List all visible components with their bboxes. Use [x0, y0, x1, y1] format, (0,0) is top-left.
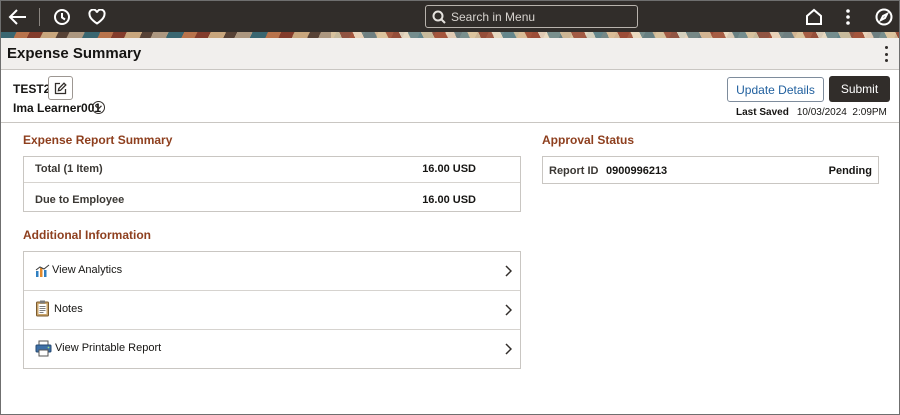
favorites-heart-icon[interactable] — [87, 5, 107, 29]
link-label: Notes — [54, 303, 83, 315]
summary-value: 16.00 USD — [422, 163, 476, 175]
back-arrow-icon[interactable] — [7, 5, 29, 29]
pencil-edit-icon — [54, 81, 67, 94]
search-placeholder: Search in Menu — [451, 9, 536, 24]
link-label: View Printable Report — [55, 342, 162, 354]
additional-info-list: View Analytics Notes View Printable Repo… — [23, 251, 521, 369]
edit-report-name-button[interactable] — [48, 76, 73, 100]
last-saved-label: Last Saved — [736, 107, 789, 118]
approval-status-title: Approval Status — [542, 133, 635, 147]
navbar-compass-icon[interactable] — [873, 5, 895, 29]
report-id-value: 0900996213 — [606, 165, 668, 177]
chevron-right-icon — [505, 265, 512, 277]
approval-status-grid: Report ID 0900996213 Pending — [542, 156, 879, 184]
page-actions-kebab-icon[interactable] — [883, 46, 889, 62]
view-analytics-link[interactable]: View Analytics — [24, 252, 520, 291]
user-chevron-down-icon[interactable] — [92, 101, 105, 114]
chevron-right-icon — [505, 304, 512, 316]
analytics-chart-icon — [35, 264, 50, 277]
summary-value: 16.00 USD — [422, 194, 476, 206]
history-clock-icon[interactable] — [52, 5, 72, 29]
top-banner: Search in Menu — [1, 1, 899, 38]
summary-label: Total (1 Item) — [35, 163, 103, 175]
chevron-right-icon — [505, 343, 512, 355]
expense-summary-grid: Total (1 Item) 16.00 USD Due to Employee… — [23, 156, 521, 212]
user-name: Ima Learner001 — [13, 101, 102, 115]
submit-button[interactable]: Submit — [829, 76, 890, 102]
summary-row-due: Due to Employee 16.00 USD — [24, 183, 520, 211]
page-title: Expense Summary — [7, 45, 142, 62]
last-saved-info: Last Saved 10/03/2024 2:09PM — [736, 107, 887, 118]
approval-status-value: Pending — [828, 165, 872, 177]
additional-information-title: Additional Information — [23, 228, 151, 242]
search-input[interactable]: Search in Menu — [425, 5, 638, 28]
summary-label: Due to Employee — [35, 194, 125, 206]
summary-row-total: Total (1 Item) 16.00 USD — [24, 157, 520, 183]
last-saved-value: 10/03/2024 2:09PM — [796, 107, 887, 118]
nav-separator — [39, 8, 40, 26]
expense-report-summary-title: Expense Report Summary — [23, 133, 173, 147]
printer-icon — [35, 340, 52, 357]
search-icon — [432, 10, 446, 24]
actions-kebab-icon[interactable] — [841, 5, 855, 29]
report-name: TEST2 — [13, 82, 51, 96]
notes-link[interactable]: Notes — [24, 291, 520, 330]
report-context-bar: TEST2 Ima Learner001 Update Details Subm… — [1, 71, 899, 123]
notes-clipboard-icon — [36, 300, 49, 317]
page-header: Expense Summary — [1, 38, 899, 70]
report-id-label: Report ID — [549, 165, 599, 177]
approval-row: Report ID 0900996213 Pending — [543, 157, 878, 185]
link-label: View Analytics — [52, 264, 123, 276]
view-printable-report-link[interactable]: View Printable Report — [24, 330, 520, 369]
update-details-button[interactable]: Update Details — [727, 77, 824, 102]
home-icon[interactable] — [804, 5, 824, 29]
